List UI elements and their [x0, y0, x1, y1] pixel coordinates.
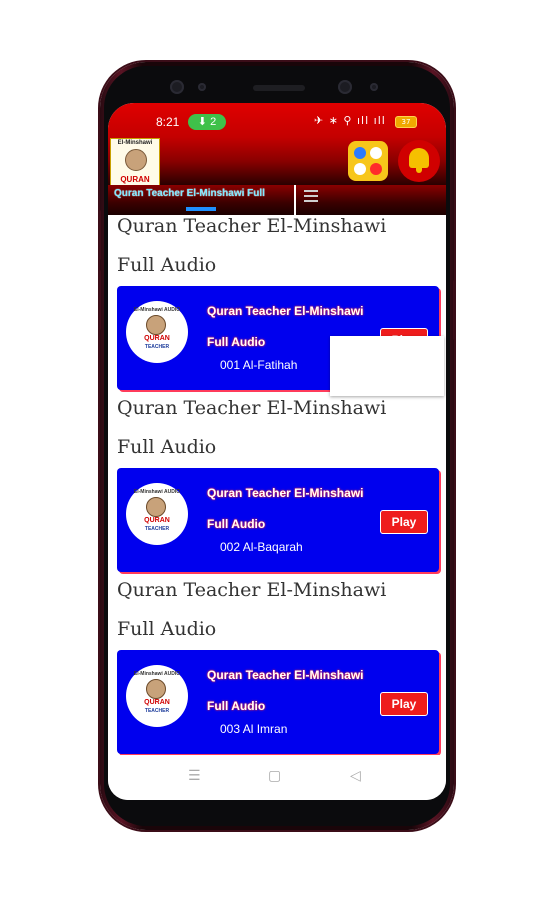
- app-bar: El-Minshawi QURAN: [108, 137, 446, 186]
- power-button: [453, 280, 456, 340]
- tab-indicator: [186, 207, 216, 211]
- notification-pill: ⬇ 2: [188, 114, 226, 130]
- volume-button: [98, 210, 101, 260]
- section-title: Quran Teacher El-Minshawi Full Audio: [117, 579, 387, 640]
- card-logo-bottom: TEACHER: [144, 526, 170, 532]
- reciter-portrait-icon: [125, 149, 147, 171]
- card-logo-mid: QURAN: [144, 517, 170, 524]
- card-logo-mid: QURAN: [144, 699, 170, 706]
- card-title: Quran Teacher El-Minshawi Full Audio: [207, 668, 364, 713]
- card-logo-mid: QURAN: [144, 335, 170, 342]
- status-bar: 8:21 ⬇ 2 ✈ ∗ ⚲ ıll ıll 37: [108, 103, 446, 137]
- popup-overlay: [330, 336, 444, 396]
- notification-bell-icon[interactable]: [398, 140, 440, 182]
- card-title: Quran Teacher El-Minshawi Full Audio: [207, 486, 364, 531]
- back-icon[interactable]: ◁: [350, 768, 361, 784]
- surah-name: 002 Al-Baqarah: [220, 540, 303, 554]
- volume-button: [98, 270, 101, 330]
- front-camera-icon: [170, 80, 184, 94]
- card-logo-bottom: TEACHER: [144, 708, 170, 714]
- list-item[interactable]: El-Minshawi AUDIO QURAN TEACHER Quran Te…: [117, 650, 439, 754]
- earpiece-speaker: [253, 85, 305, 91]
- system-nav-bar: ☰ ▢ ◁: [108, 755, 446, 800]
- logo-bottom-text: QURAN: [120, 175, 150, 184]
- card-logo: El-Minshawi AUDIO QURAN TEACHER: [126, 483, 188, 545]
- notification-count: 2: [210, 116, 217, 128]
- hamburger-menu-icon[interactable]: [304, 190, 318, 205]
- play-button[interactable]: Play: [380, 692, 428, 716]
- iris-camera-icon: [338, 80, 352, 94]
- reciter-portrait-icon: [146, 679, 166, 699]
- game-dots-icon[interactable]: [348, 141, 388, 181]
- reciter-portrait-icon: [146, 315, 166, 335]
- tab-quran-teacher[interactable]: Quran Teacher El-Minshawi Full: [114, 188, 265, 199]
- reciter-portrait-icon: [146, 497, 166, 517]
- battery-level: 37: [401, 118, 411, 126]
- card-logo-top: El-Minshawi AUDIO: [133, 671, 181, 677]
- card-logo-top: El-Minshawi AUDIO: [133, 307, 181, 313]
- app-logo[interactable]: El-Minshawi QURAN: [110, 138, 160, 186]
- section-title: Quran Teacher El-Minshawi Full Audio: [117, 215, 387, 276]
- section-title: Quran Teacher El-Minshawi Full Audio: [117, 397, 387, 458]
- card-logo: El-Minshawi AUDIO QURAN TEACHER: [126, 665, 188, 727]
- status-time: 8:21: [156, 115, 180, 129]
- card-logo-bottom: TEACHER: [144, 344, 170, 350]
- status-icons: ✈ ∗ ⚲ ıll ıll: [314, 114, 386, 127]
- app-screen: 8:21 ⬇ 2 ✈ ∗ ⚲ ıll ıll 37 El-Minshawi QU…: [108, 103, 446, 800]
- sensor-icon: [198, 83, 206, 91]
- surah-name: 001 Al-Fatihah: [220, 358, 298, 372]
- audio-list[interactable]: Quran Teacher El-Minshawi Full Audio El-…: [108, 215, 446, 755]
- home-icon[interactable]: ▢: [268, 768, 281, 784]
- download-icon: ⬇: [197, 116, 208, 128]
- battery-icon: 37: [395, 116, 417, 128]
- logo-top-text: El-Minshawi: [117, 140, 153, 146]
- recents-icon[interactable]: ☰: [188, 768, 201, 784]
- card-logo-top: El-Minshawi AUDIO: [133, 489, 181, 495]
- sensor-icon: [370, 83, 378, 91]
- tab-bar: Quran Teacher El-Minshawi Full: [108, 185, 446, 215]
- play-button[interactable]: Play: [380, 510, 428, 534]
- list-item[interactable]: El-Minshawi AUDIO QURAN TEACHER Quran Te…: [117, 468, 439, 572]
- card-logo: El-Minshawi AUDIO QURAN TEACHER: [126, 301, 188, 363]
- surah-name: 003 Al Imran: [220, 722, 288, 736]
- tab-divider: [294, 185, 296, 215]
